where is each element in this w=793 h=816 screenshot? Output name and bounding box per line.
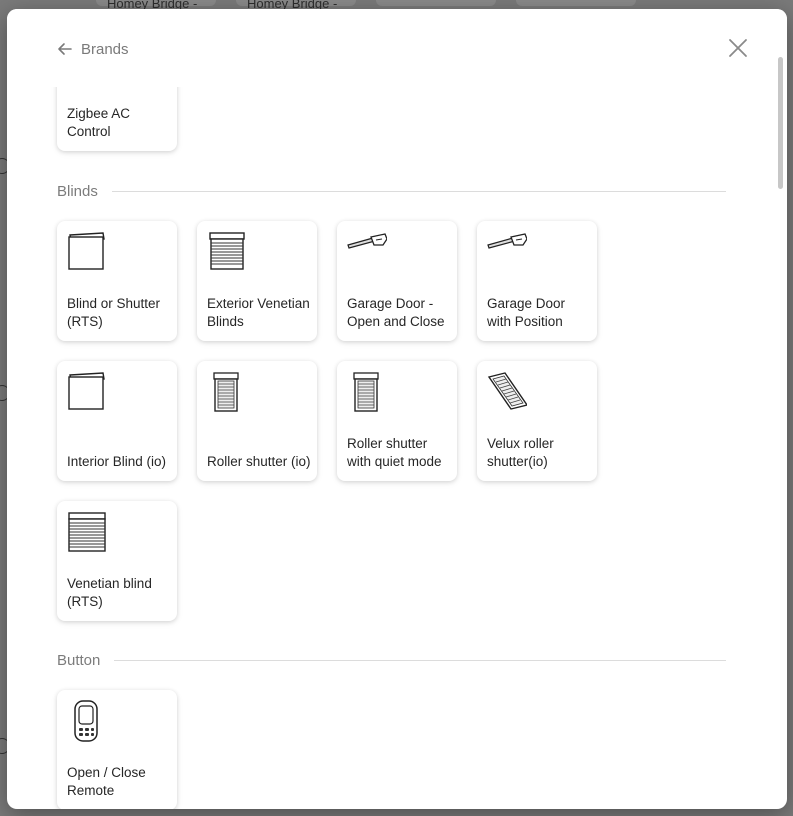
device-card-interior-blind[interactable]: Interior Blind (io) — [57, 361, 177, 481]
device-card-velux-roller-shutter[interactable]: Velux roller shutter(io) — [477, 361, 597, 481]
venetian-blind-icon — [209, 232, 245, 270]
device-card-label: Zigbee AC Control — [67, 106, 131, 139]
device-card-open-close-remote[interactable]: Open / Close Remote — [57, 690, 177, 809]
device-card[interactable]: Zigbee AC Control — [57, 87, 177, 151]
device-card-label: Exterior Venetian Blinds — [207, 296, 310, 329]
scrollbar[interactable] — [778, 49, 784, 805]
remote-icon — [74, 700, 98, 742]
device-list: Zigbee AC Control Blinds Blind or Shutte… — [7, 87, 787, 809]
garage-door-opener-icon — [347, 233, 387, 249]
device-card-label: Venetian blind (RTS) — [67, 576, 152, 609]
arrow-left-icon — [58, 43, 72, 55]
background-card — [376, 0, 496, 6]
section-header-button: Button — [57, 650, 726, 670]
device-card-roller-shutter-quiet[interactable]: Roller shutter with quiet mode — [337, 361, 457, 481]
roller-shutter-icon — [213, 372, 239, 412]
device-card-label: Garage Door - Open and Close — [347, 296, 445, 329]
device-card-label: Garage Door with Position — [487, 296, 566, 329]
device-card-garage-door-open-close[interactable]: Garage Door - Open and Close — [337, 221, 457, 341]
garage-door-opener-icon — [487, 233, 527, 249]
venetian-blind-icon — [68, 512, 106, 552]
scrollbar-thumb[interactable] — [778, 57, 783, 189]
device-card-blind-rts[interactable]: Blind or Shutter (RTS) — [57, 221, 177, 341]
device-card-venetian-blind-rts[interactable]: Venetian blind (RTS) — [57, 501, 177, 621]
section-title: Blinds — [57, 182, 98, 200]
device-card-garage-door-position[interactable]: Garage Door with Position — [477, 221, 597, 341]
close-icon[interactable] — [726, 36, 750, 60]
section-title: Button — [57, 651, 101, 669]
back-button[interactable]: Brands — [57, 38, 129, 60]
device-card-label: Open / Close Remote — [67, 765, 146, 798]
section-header-blinds: Blinds — [57, 181, 726, 201]
device-card-roller-shutter[interactable]: Roller shutter (io) — [197, 361, 317, 481]
device-card-label: Roller shutter with quiet mode — [347, 436, 442, 469]
blind-icon — [68, 372, 105, 410]
device-card-label: Blind or Shutter (RTS) — [67, 296, 161, 329]
device-card-label: Interior Blind (io) — [67, 454, 167, 469]
device-card-label: Roller shutter (io) — [207, 454, 311, 469]
roller-shutter-icon — [353, 372, 379, 412]
section-divider — [111, 190, 726, 192]
device-card-label: Velux roller shutter(io) — [487, 436, 554, 469]
velux-shutter-icon — [487, 372, 527, 410]
add-device-dialog: Brands Zigbee AC Control Blinds Blind or… — [7, 9, 787, 809]
section-divider — [114, 659, 726, 661]
back-button-label: Brands — [81, 40, 129, 58]
device-card-exterior-venetian[interactable]: Exterior Venetian Blinds — [197, 221, 317, 341]
blind-icon — [68, 232, 105, 270]
dialog-header: Brands — [7, 9, 787, 87]
background-card — [516, 0, 636, 6]
